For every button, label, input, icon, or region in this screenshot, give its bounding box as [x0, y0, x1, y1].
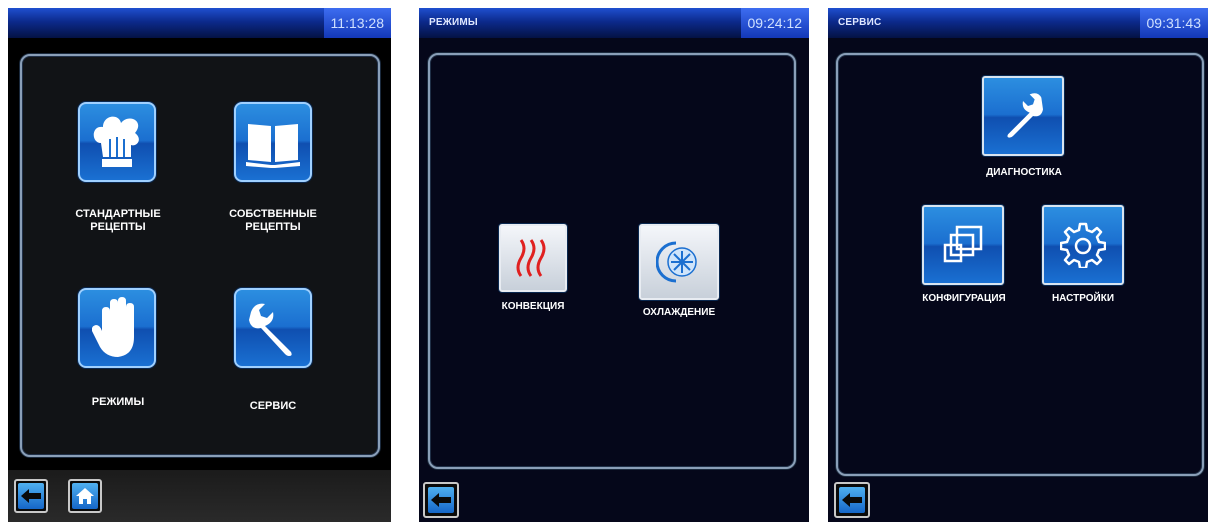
modes-screen: РЕЖИМЫ 09:24:12 КОНВЕКЦИЯ ОХЛАЖДЕНИЕ	[419, 8, 809, 522]
modes-panel	[428, 53, 796, 469]
clock: 09:24:12	[740, 8, 809, 38]
service-label: СЕРВИС	[249, 400, 297, 412]
layers-icon	[943, 225, 983, 263]
cooling-label: ОХЛАЖДЕНИЕ	[642, 307, 716, 318]
home-icon	[76, 488, 94, 504]
own-recipes-button[interactable]	[234, 102, 312, 182]
service-button[interactable]	[234, 288, 312, 368]
standard-recipes-label: СТАНДАРТНЫЕ РЕЦЕПТЫ	[75, 208, 161, 233]
cooling-button[interactable]	[639, 224, 719, 300]
wrench-icon	[249, 303, 292, 356]
bottom-bar	[828, 470, 1208, 522]
diagnostics-label: ДИАГНОСТИКА	[986, 167, 1062, 178]
back-button[interactable]	[14, 479, 48, 513]
own-recipes-label: СОБСТВЕННЫЕ РЕЦЕПТЫ	[229, 208, 317, 233]
top-bar: СЕРВИС 09:31:43	[828, 8, 1208, 38]
clock: 11:13:28	[323, 8, 391, 38]
modes-button[interactable]	[78, 288, 156, 368]
snowflake-fan-icon	[656, 241, 697, 283]
gear-icon	[1060, 222, 1106, 268]
heat-waves-icon	[516, 239, 546, 277]
back-arrow-icon	[431, 493, 451, 507]
diagnostics-button[interactable]	[982, 76, 1064, 156]
top-bar: РЕЖИМЫ 09:24:12	[419, 8, 809, 38]
back-arrow-icon	[842, 493, 862, 507]
wrench-icon	[1007, 93, 1043, 138]
hand-icon	[92, 297, 134, 357]
screen-title: РЕЖИМЫ	[429, 17, 478, 28]
service-screen: СЕРВИС 09:31:43 ДИАГНОСТИКА КОНФИГУРАЦИЯ…	[828, 8, 1208, 522]
settings-button[interactable]	[1042, 205, 1124, 285]
bottom-bar	[419, 470, 809, 522]
configuration-button[interactable]	[922, 205, 1004, 285]
main-menu-screen: 11:13:28 СТАНДАРТНЫЕ РЕЦЕПТЫ СОБСТВЕННЫЕ…	[8, 8, 391, 522]
settings-label: НАСТРОЙКИ	[1051, 293, 1115, 304]
screen-title: СЕРВИС	[838, 17, 882, 28]
top-bar: 11:13:28	[8, 8, 391, 38]
back-button[interactable]	[423, 482, 459, 518]
back-button[interactable]	[834, 482, 870, 518]
modes-label: РЕЖИМЫ	[91, 396, 145, 408]
standard-recipes-button[interactable]	[78, 102, 156, 182]
configuration-label: КОНФИГУРАЦИЯ	[922, 293, 1006, 304]
home-button[interactable]	[68, 479, 102, 513]
bottom-bar	[8, 470, 391, 522]
convection-button[interactable]	[499, 224, 567, 292]
chef-hat-icon	[93, 116, 139, 167]
book-icon	[246, 124, 300, 168]
convection-label: КОНВЕКЦИЯ	[501, 301, 565, 312]
clock: 09:31:43	[1139, 8, 1208, 38]
back-arrow-icon	[21, 489, 41, 503]
